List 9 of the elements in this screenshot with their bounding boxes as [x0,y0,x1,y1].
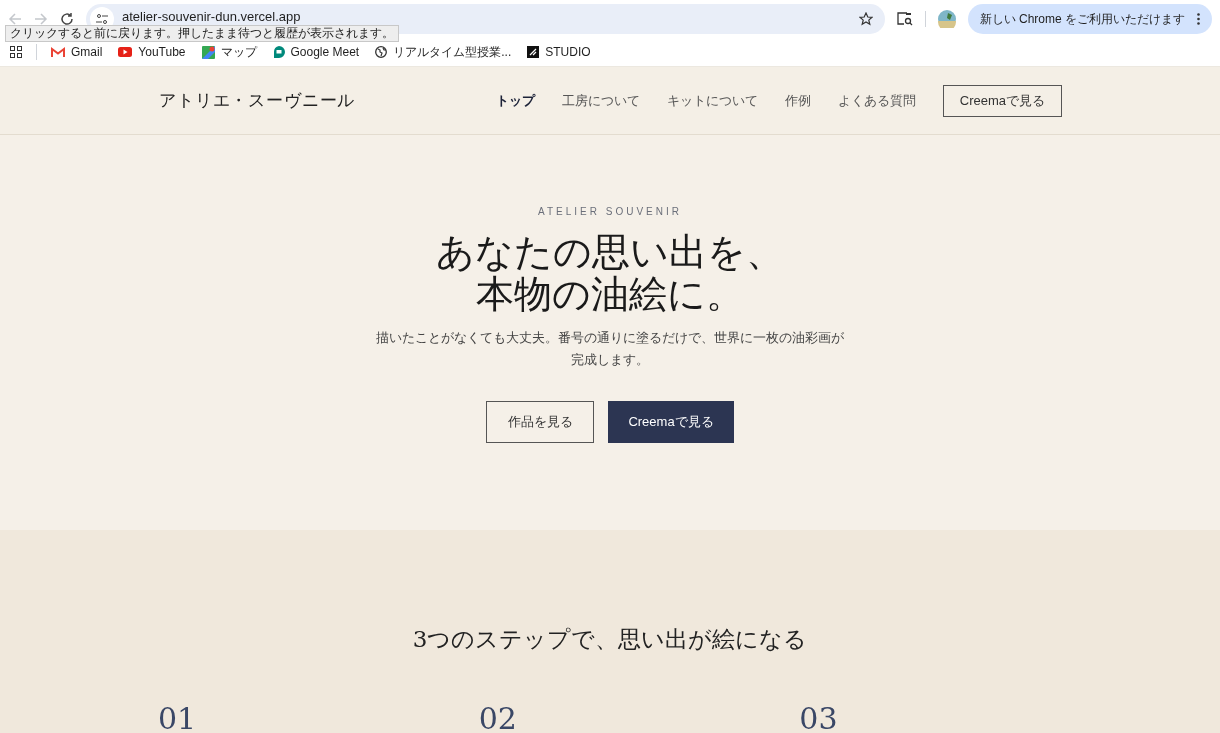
section-title: 3つのステップで、思い出が絵になる [412,625,808,654]
hero-description: 描いたことがなくても大丈夫。番号の通りに塗るだけで、世界に一枚の油彩画が 完成します。 [376,329,844,369]
hero-title: あなたの思い出を、 本物の油絵に。 [436,231,784,315]
back-tooltip: クリックすると前に戻ります。押したまま待つと履歴が表示されます。 [5,25,399,42]
eyebrow-text: ATELIER SOUVENIR [538,205,682,219]
url-text: atelier-souvenir-dun.vercel.app [122,10,302,24]
step-number: 03 [799,700,839,733]
step-number: 02 [478,700,518,733]
step-number: 01 [158,700,198,733]
